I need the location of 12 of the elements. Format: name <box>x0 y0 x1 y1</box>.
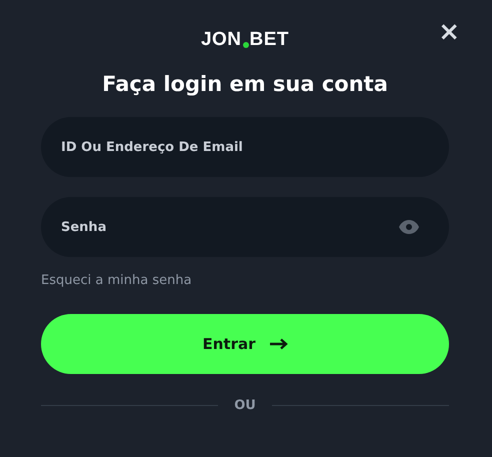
email-field[interactable]: ID Ou Endereço De Email <box>41 117 449 177</box>
login-button[interactable]: Entrar <box>41 314 449 374</box>
password-field[interactable]: Senha <box>41 197 449 257</box>
login-title: Faça login em sua conta <box>101 71 389 97</box>
arrow-right-icon <box>270 338 288 350</box>
dot-icon <box>242 42 249 48</box>
forgot-password-link[interactable]: Esqueci a minha senha <box>41 273 192 288</box>
divider-label: OU <box>234 398 256 413</box>
close-button[interactable]: × <box>438 21 460 43</box>
logo-text: JON <box>200 29 242 51</box>
eye-icon[interactable] <box>399 220 419 234</box>
logo-text: BET <box>250 29 290 51</box>
